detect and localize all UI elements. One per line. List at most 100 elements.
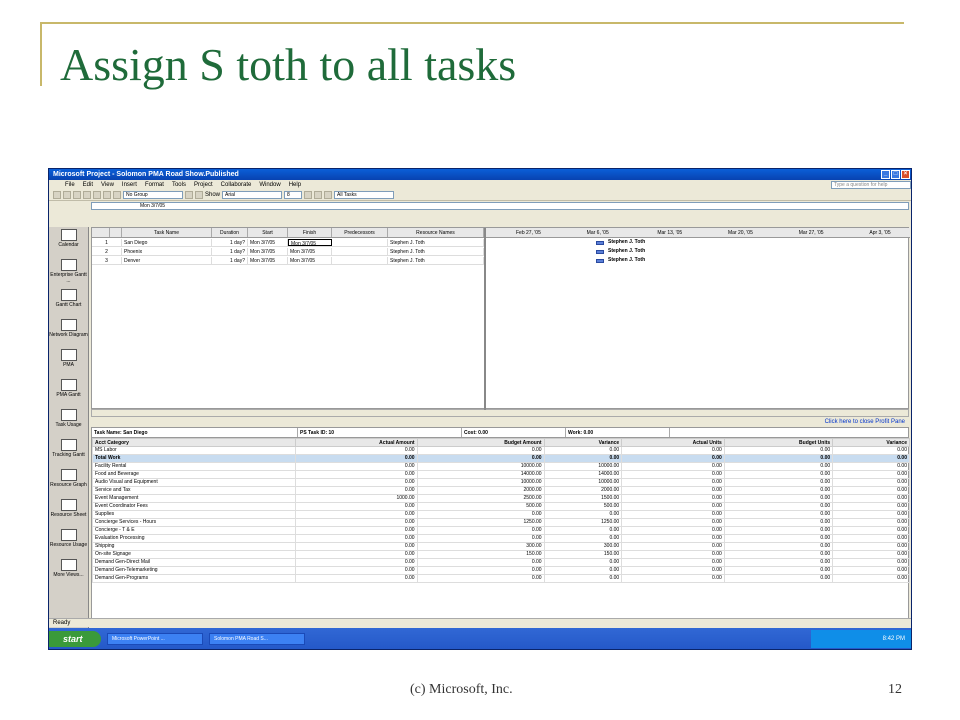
header-finish[interactable]: Finish	[288, 228, 332, 237]
timescale-week: Mar 27, '05	[798, 230, 824, 236]
menu-collaborate[interactable]: Collaborate	[221, 182, 252, 188]
profit-row[interactable]: Demand Gen-Telemarketing 0.00 0.00 0.00 0.00…	[91, 566, 910, 575]
menu-help[interactable]: Help	[289, 182, 301, 188]
view-resource-graph[interactable]: Resource Graph	[49, 469, 88, 497]
profit-pane: Task Name: San Diego PS Task ID: 10 Cost…	[91, 427, 910, 623]
menu-tools[interactable]: Tools	[172, 182, 186, 188]
pma-gantt-icon	[60, 379, 77, 391]
filter-select[interactable]: All Tasks	[334, 191, 395, 199]
status-bar: Ready	[49, 618, 911, 627]
taskbar-powerpoint[interactable]: Microsoft PowerPoint ...	[107, 633, 203, 645]
profit-row[interactable]: Audio Visual and Equipment 0.00 10000.00 10…	[91, 478, 910, 487]
finish-cell-editing[interactable]: Mon 3/7/05	[288, 239, 332, 246]
view-pma-gantt[interactable]: PMA Gantt	[49, 379, 88, 407]
copy-icon[interactable]	[103, 191, 111, 199]
gantt-icon	[60, 259, 77, 271]
view-resource-sheet[interactable]: Resource Sheet	[49, 499, 88, 527]
menu-file[interactable]: File	[65, 182, 75, 188]
profit-ps-task-id: PS Task ID: 10	[298, 428, 462, 437]
cut-icon[interactable]	[93, 191, 101, 199]
profit-row[interactable]: Food and Beverage 0.00 14000.00 14000.00 0.0…	[91, 470, 910, 479]
minimize-button[interactable]: _	[881, 170, 890, 179]
header-task-name[interactable]: Task Name	[122, 228, 212, 237]
pma-icon	[60, 349, 77, 361]
gantt-chart-area[interactable]: Feb 27, '05 Mar 6, '05 Mar 13, '05 Mar 2…	[484, 228, 910, 410]
profit-row[interactable]: Concierge - T & E 0.00 0.00 0.00 0.00 0.00 0.0…	[91, 526, 910, 535]
bold-icon[interactable]	[304, 191, 313, 199]
task-row[interactable]: 2 Phoenix 1 day? Mon 3/7/05 Mon 3/7/05 S…	[92, 248, 484, 256]
profit-row[interactable]: Service and Tax 0.00 2000.00 2000.00 0.00 0.0…	[91, 486, 910, 495]
profit-row[interactable]: Demand Gen-Programs 0.00 0.00 0.00 0.00 0.00 0…	[91, 574, 910, 583]
zoom-in-icon[interactable]	[185, 191, 193, 199]
menu-insert[interactable]: Insert	[122, 182, 137, 188]
header-resource-names[interactable]: Resource Names	[388, 228, 484, 237]
network-icon	[60, 319, 77, 331]
view-enterprise-gantt[interactable]: Enterprise Gantt ...	[49, 259, 88, 287]
paste-icon[interactable]	[113, 191, 121, 199]
close-profit-pane-link[interactable]: Click here to close Profit Pane	[91, 417, 909, 427]
print-icon[interactable]	[83, 191, 91, 199]
save-icon[interactable]	[73, 191, 81, 199]
calendar-icon	[60, 229, 77, 241]
new-icon[interactable]	[53, 191, 61, 199]
task-row[interactable]: 3 Denver 1 day? Mon 3/7/05 Mon 3/7/05 St…	[92, 257, 484, 265]
header-duration[interactable]: Duration	[212, 228, 248, 237]
view-gantt-chart[interactable]: Gantt Chart	[49, 289, 88, 317]
close-button[interactable]: ×	[901, 170, 910, 179]
font-size-select[interactable]: 8	[284, 191, 303, 199]
gantt-bar-label: Stephen J. Toth	[608, 257, 646, 263]
menu-format[interactable]: Format	[145, 182, 164, 188]
slide-left-rule	[40, 22, 42, 86]
view-task-usage[interactable]: Task Usage	[49, 409, 88, 437]
profit-row[interactable]: Evaluation Processing 0.00 0.00 0.00 0.00 0.0…	[91, 534, 910, 543]
view-pma[interactable]: PMA	[49, 349, 88, 377]
header-predecessors[interactable]: Predecessors	[332, 228, 388, 237]
underline-icon[interactable]	[324, 191, 333, 199]
menu-project[interactable]: Project	[194, 182, 213, 188]
system-tray-clock: 8:42 PM	[811, 630, 911, 648]
start-button[interactable]: start	[49, 631, 101, 647]
gantt-bar[interactable]	[596, 241, 604, 245]
slide-footer-copyright: (c) Microsoft, Inc.	[410, 682, 513, 697]
profit-row[interactable]: MS Labor 0.00 0.00 0.00 0.00 0.00 0.00	[91, 446, 910, 455]
profit-row[interactable]: Demand Gen-Direct Mail 0.00 0.00 0.00 0.00 0.…	[91, 558, 910, 567]
taskbar-project[interactable]: Solomon PMA Road S...	[209, 633, 305, 645]
profit-row[interactable]: On-site Signage 0.00 150.00 150.00 0.00 0.00 0…	[91, 550, 910, 559]
profit-row[interactable]: Supplies 0.00 0.00 0.00 0.00 0.00 0.00	[91, 510, 910, 519]
task-row[interactable]: 1 San Diego 1 day? Mon 3/7/05 Mon 3/7/05…	[92, 239, 484, 247]
gantt-bar[interactable]	[596, 259, 604, 263]
timescale-week: Mar 13, '05	[657, 230, 683, 236]
gantt-timescale: Feb 27, '05 Mar 6, '05 Mar 13, '05 Mar 2…	[486, 228, 910, 238]
group-select[interactable]: No Group	[123, 191, 183, 199]
menu-view[interactable]: View	[101, 182, 114, 188]
profit-row[interactable]: Event Management 1000.00 2500.00 1500.00 0.0…	[91, 494, 910, 503]
italic-icon[interactable]	[314, 191, 323, 199]
profit-row[interactable]: Event Coordinator Fees 0.00 500.00 500.00 0.…	[91, 502, 910, 511]
profit-row[interactable]: Total Work 0.00 0.00 0.00 0.00 0.00 0.00	[91, 454, 910, 463]
menu-window[interactable]: Window	[259, 182, 280, 188]
entry-field[interactable]: Mon 3/7/05	[91, 201, 909, 210]
menu-edit[interactable]: Edit	[83, 182, 93, 188]
help-search-input[interactable]: Type a question for help	[831, 181, 911, 189]
task-sheet: Task Name Duration Start Finish Predeces…	[91, 227, 910, 410]
font-select[interactable]: Arial	[222, 191, 283, 199]
window-titlebar: Microsoft Project - Solomon PMA Road Sho…	[49, 169, 911, 180]
view-resource-usage[interactable]: Resource Usage	[49, 529, 88, 557]
view-tracking-gantt[interactable]: Tracking Gantt	[49, 439, 88, 467]
header-start[interactable]: Start	[248, 228, 288, 237]
open-icon[interactable]	[63, 191, 71, 199]
profit-row[interactable]: Concierge Services - Hours 0.00 1250.00 125…	[91, 518, 910, 527]
zoom-out-icon[interactable]	[195, 191, 203, 199]
horizontal-scrollbar[interactable]	[91, 409, 909, 417]
profit-row[interactable]: Facility Rental 0.00 10000.00 10000.00 0.00 0…	[91, 462, 910, 471]
view-calendar[interactable]: Calendar	[49, 229, 88, 257]
gantt-bar[interactable]	[596, 250, 604, 254]
view-more-views[interactable]: More Views...	[49, 559, 88, 587]
show-menu[interactable]: Show	[205, 192, 220, 198]
slide-top-rule	[40, 22, 904, 24]
entry-bar: Mon 3/7/05	[49, 201, 911, 210]
profit-row[interactable]: Shipping 0.00 300.00 300.00 0.00 0.00 0.00	[91, 542, 910, 551]
view-network-diagram[interactable]: Network Diagram	[49, 319, 88, 347]
slide-page-number: 12	[888, 682, 902, 697]
maximize-button[interactable]: □	[891, 170, 900, 179]
